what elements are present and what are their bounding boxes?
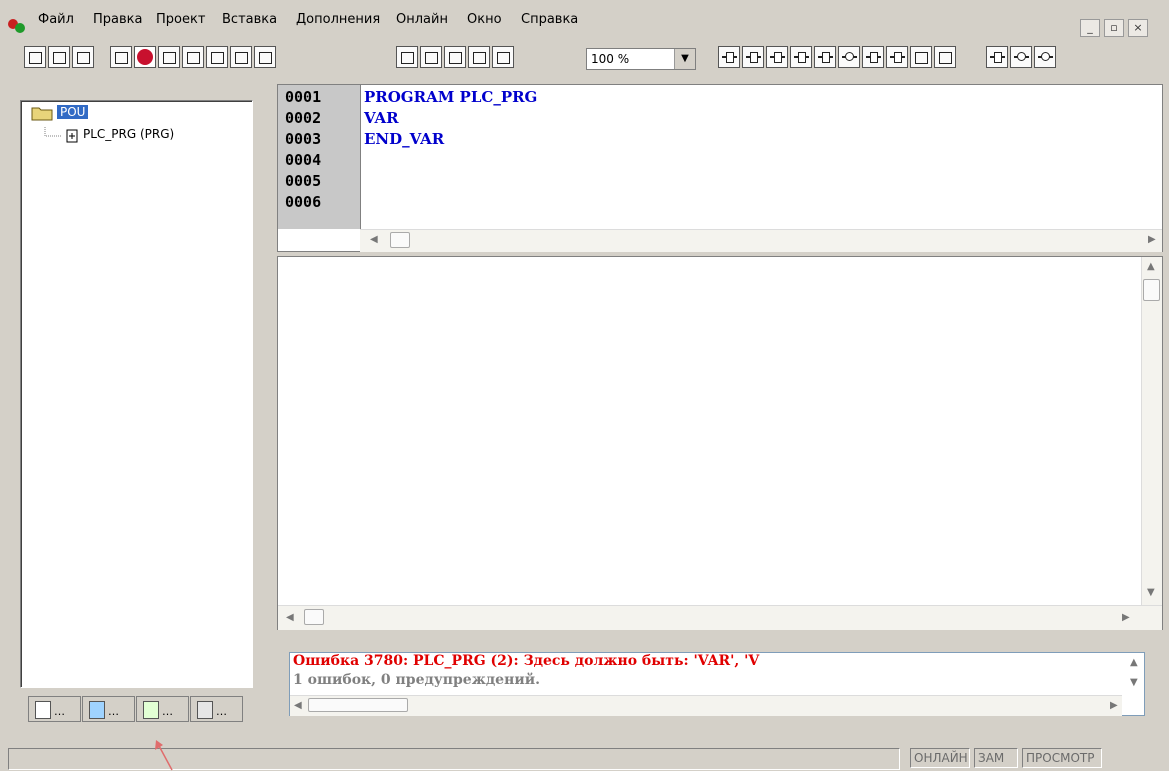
zoom-select[interactable]: 100 % ▼ <box>586 48 696 70</box>
status-overwrite: ЗАМ <box>974 748 1018 768</box>
menu-file[interactable]: Файл <box>36 12 76 27</box>
save-icon[interactable] <box>72 46 94 68</box>
code-line[interactable]: END_VAR <box>364 130 444 148</box>
status-online: ОНЛАЙН <box>910 748 970 768</box>
box-icon[interactable] <box>766 46 788 68</box>
open-icon[interactable] <box>48 46 70 68</box>
find-icon[interactable] <box>254 46 276 68</box>
status-view: ПРОСМОТР <box>1022 748 1102 768</box>
stop-icon[interactable] <box>134 46 156 68</box>
menu-edit[interactable]: Правка <box>91 12 144 27</box>
step-icon[interactable] <box>182 46 204 68</box>
body-vscrollbar[interactable]: ▲ ▼ <box>1141 257 1162 605</box>
resources-tab-icon <box>197 701 213 719</box>
menu-extras[interactable]: Дополнения <box>294 12 382 27</box>
login-icon[interactable] <box>110 46 132 68</box>
menu-online[interactable]: Онлайн <box>394 12 450 27</box>
scroll-thumb[interactable] <box>308 698 408 712</box>
replace-icon[interactable] <box>492 46 514 68</box>
scroll-up-icon[interactable]: ▲ <box>1130 657 1138 668</box>
error-message[interactable]: Ошибка 3780: PLC_PRG (2): Здесь должно б… <box>293 653 759 669</box>
folder-icon <box>31 107 53 121</box>
network-icon[interactable] <box>862 46 884 68</box>
body-hscrollbar[interactable]: ◀ ▶ <box>278 605 1162 630</box>
tree-item-pou[interactable]: POU <box>23 103 251 123</box>
scroll-left-icon[interactable]: ◀ <box>286 612 294 623</box>
en-box-icon[interactable] <box>934 46 956 68</box>
scroll-right-icon[interactable]: ▶ <box>1122 612 1130 623</box>
tab-visualizations[interactable]: … <box>136 696 189 722</box>
coil-out-icon[interactable] <box>1010 46 1032 68</box>
messages-hscrollbar[interactable]: ◀ ▶ <box>290 695 1122 716</box>
program-icon <box>66 129 78 143</box>
scroll-up-icon[interactable]: ▲ <box>1147 261 1155 272</box>
line-number: 0006 <box>285 193 322 211</box>
app-logo-icon <box>8 19 25 33</box>
scroll-left-icon[interactable]: ◀ <box>370 234 378 245</box>
negate-icon[interactable] <box>886 46 908 68</box>
object-tree: POU PLC_PRG (PRG) <box>20 100 253 688</box>
summary-message: 1 ошибок, 0 предупреждений. <box>293 672 540 688</box>
visualizations-tab-icon <box>143 701 159 719</box>
line-number: 0002 <box>285 109 322 127</box>
declaration-editor[interactable]: 0001 0002 0003 0004 0005 0006 PROGRAM PL… <box>277 84 1163 252</box>
scroll-thumb[interactable] <box>1143 279 1160 301</box>
status-text-field <box>8 748 900 770</box>
scroll-thumb[interactable] <box>390 232 410 248</box>
run-icon[interactable] <box>158 46 180 68</box>
code-line[interactable]: VAR <box>364 109 399 127</box>
new-icon[interactable] <box>24 46 46 68</box>
close-button[interactable]: × <box>1128 19 1148 37</box>
return-icon[interactable] <box>814 46 836 68</box>
pou-tab-icon <box>35 701 51 719</box>
scroll-right-icon[interactable]: ▶ <box>1148 234 1156 245</box>
tab-data-types[interactable]: … <box>82 696 135 722</box>
tree-item-label: PLC_PRG (PRG) <box>83 127 175 141</box>
zoom-value: 100 % <box>591 52 630 66</box>
line-number: 0004 <box>285 151 322 169</box>
chevron-down-icon[interactable]: ▼ <box>674 49 695 69</box>
menu-bar: Файл Правка Проект Вставка Дополнения Он… <box>0 8 1169 37</box>
messages-box[interactable]: Ошибка 3780: PLC_PRG (2): Здесь должно б… <box>289 652 1145 716</box>
line-number-gutter: 0001 0002 0003 0004 0005 0006 <box>278 85 361 229</box>
print-preview-icon[interactable] <box>230 46 252 68</box>
scroll-right-icon[interactable]: ▶ <box>1110 700 1118 711</box>
scroll-down-icon[interactable]: ▼ <box>1147 587 1155 598</box>
tab-resources[interactable]: … <box>190 696 243 722</box>
scroll-thumb[interactable] <box>304 609 324 625</box>
scroll-down-icon[interactable]: ▼ <box>1130 677 1138 688</box>
line-number: 0005 <box>285 172 322 190</box>
copy-icon[interactable] <box>420 46 442 68</box>
scroll-left-icon[interactable]: ◀ <box>294 700 302 711</box>
parallel-contact-icon[interactable] <box>742 46 764 68</box>
enable-icon[interactable] <box>986 46 1008 68</box>
tree-item-label: POU <box>57 105 89 119</box>
menu-help[interactable]: Справка <box>519 12 580 27</box>
find-next-icon[interactable] <box>468 46 490 68</box>
restore-button[interactable]: ▫ <box>1104 19 1124 37</box>
toolbar <box>0 38 1169 78</box>
print-icon[interactable] <box>206 46 228 68</box>
cut-icon[interactable] <box>396 46 418 68</box>
tab-pous[interactable]: … <box>28 696 81 722</box>
object-organizer-tabs: … … … … <box>20 690 253 728</box>
code-line[interactable]: PROGRAM PLC_PRG <box>364 88 537 106</box>
tree-connector-icon <box>44 127 61 137</box>
minimize-button[interactable]: _ <box>1080 19 1100 37</box>
data-types-tab-icon <box>89 701 105 719</box>
annotation-arrow-icon <box>155 740 173 771</box>
jump-icon[interactable] <box>790 46 812 68</box>
contact-icon[interactable] <box>718 46 740 68</box>
body-editor[interactable]: ▲ ▼ ◀ ▶ <box>277 256 1163 630</box>
line-number: 0003 <box>285 130 322 148</box>
line-number: 0001 <box>285 88 322 106</box>
paste-icon[interactable] <box>444 46 466 68</box>
menu-project[interactable]: Проект <box>154 12 207 27</box>
set-reset-icon[interactable] <box>910 46 932 68</box>
coil-extra-icon[interactable] <box>1034 46 1056 68</box>
coil-icon[interactable] <box>838 46 860 68</box>
menu-insert[interactable]: Вставка <box>220 12 279 27</box>
menu-window[interactable]: Окно <box>465 12 504 27</box>
declaration-hscrollbar[interactable]: ◀ ▶ <box>360 229 1162 252</box>
